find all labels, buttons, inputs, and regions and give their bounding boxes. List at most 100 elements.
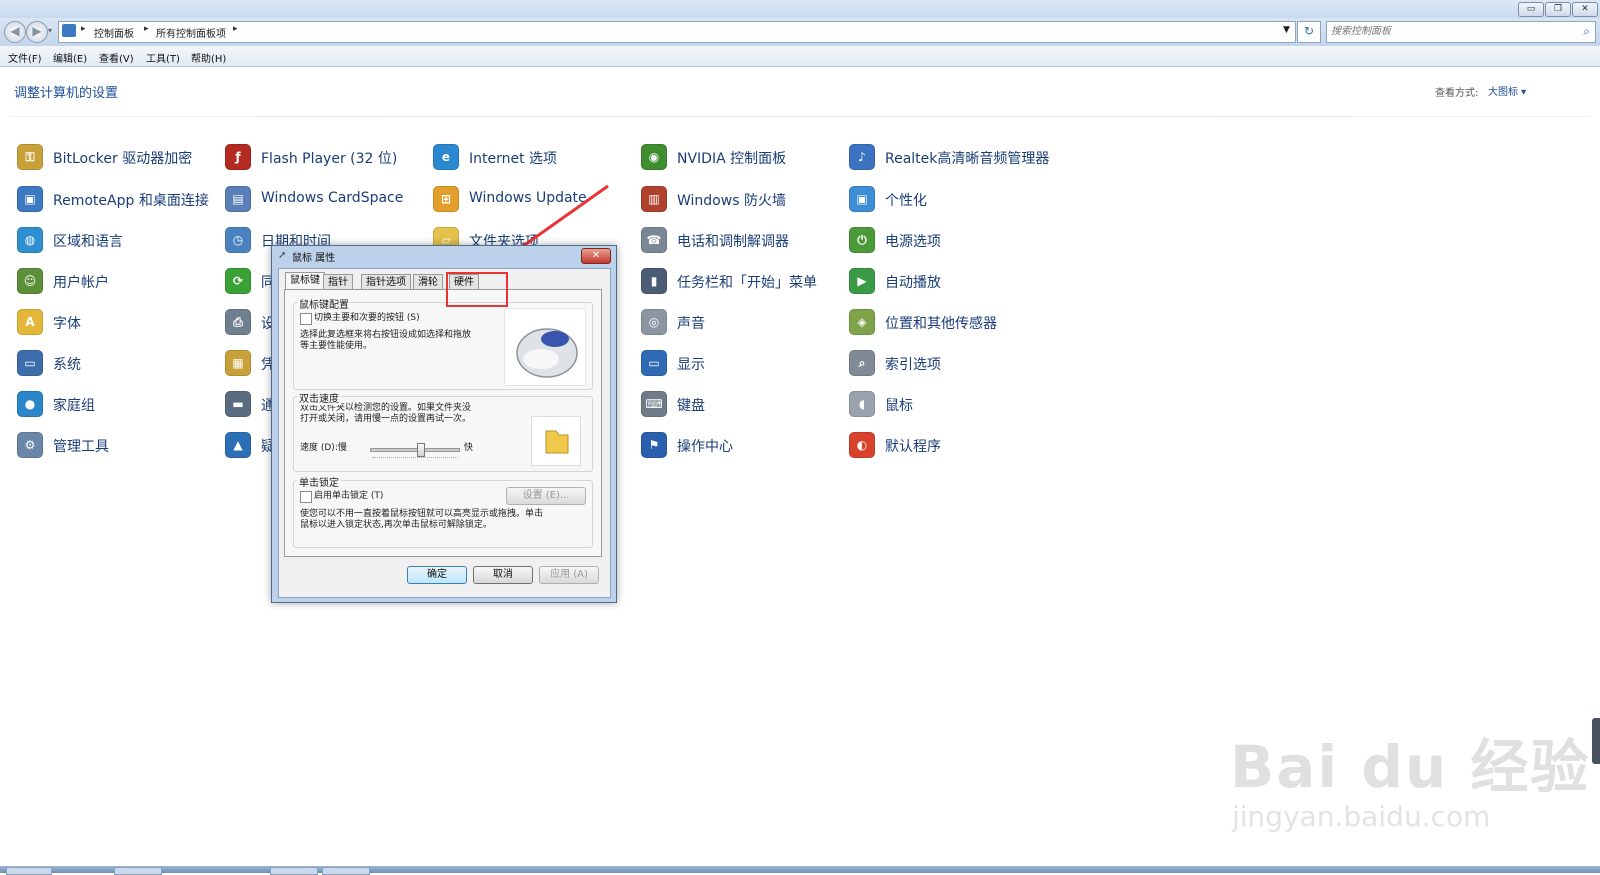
homegroup-icon: ● — [17, 391, 43, 417]
phone-modem-icon: ☎ — [641, 227, 667, 253]
tab-pointers[interactable]: 指针 — [323, 274, 353, 290]
swap-buttons-label: 切换主要和次要的按钮 (S) — [314, 313, 420, 323]
cp-item-label: BitLocker 驱动器加密 — [53, 151, 193, 167]
key-shield-icon: ⚿ — [17, 144, 43, 170]
swap-buttons-checkbox[interactable] — [300, 313, 312, 325]
globe-icon: ◍ — [17, 227, 43, 253]
cp-item-label: 自动播放 — [885, 275, 941, 291]
action-center-flag-icon: ⚑ — [641, 432, 667, 458]
cp-item-label: 家庭组 — [53, 398, 95, 414]
personalize-icon: ▣ — [849, 186, 875, 212]
tab-pointer-options[interactable]: 指针选项 — [361, 274, 411, 290]
menu-edit[interactable]: 编辑(E) — [53, 50, 87, 65]
click-lock-label: 启用单击锁定 (T) — [314, 491, 384, 501]
apply-button[interactable]: 应用 (A) — [539, 566, 599, 584]
folder-test-icon[interactable] — [531, 416, 581, 466]
cp-item-label: 电话和调制解调器 — [677, 234, 789, 250]
start-button[interactable] — [6, 867, 52, 875]
sync-icon: ⟳ — [225, 268, 251, 294]
minimize-button[interactable]: ▭ — [1518, 2, 1544, 17]
dialog-title: 鼠标 属性 — [292, 253, 336, 264]
sound-icon: ◎ — [641, 309, 667, 335]
menu-tools[interactable]: 工具(T) — [146, 50, 180, 65]
speed-slow-label: 速度 (D):慢 — [300, 443, 347, 453]
cp-item-label: 任务栏和「开始」菜单 — [677, 275, 817, 291]
taskbar-item[interactable] — [270, 867, 318, 875]
highlight-box-hardware-tab — [446, 272, 508, 307]
nvidia-icon: ◉ — [641, 144, 667, 170]
menu-bar: 文件(F) 编辑(E) 查看(V) 工具(T) 帮助(H) — [0, 46, 1600, 67]
cp-item-label: Realtek高清晰音频管理器 — [885, 151, 1050, 167]
indexing-icon: ⌕ — [849, 350, 875, 376]
group-double-click: 双击文件夹以检测您的设置。如果文件夹没 打开或关闭，请用慢一点的设置再试一次。 … — [293, 396, 593, 472]
watermark-url: jingyan.baidu.com — [1232, 800, 1491, 833]
cp-item-label: Windows 防火墙 — [677, 193, 786, 209]
page-title: 调整计算机的设置 — [14, 86, 119, 101]
mouse-illustration — [504, 308, 586, 386]
speed-fast-label: 快 — [464, 443, 474, 453]
calendar-icon: ◷ — [225, 227, 251, 253]
cp-item-label: 键盘 — [677, 398, 705, 414]
window-caption-bar: ▭ ❐ ✕ — [0, 0, 1600, 18]
keyboard-icon: ⌨ — [641, 391, 667, 417]
search-input[interactable] — [1331, 24, 1561, 39]
admin-tools-icon: ⚙ — [17, 432, 43, 458]
dialog-client: 鼠标键 指针 指针选项 滑轮 硬件 切换主要和次要的按钮 (S) 选择此复选框来… — [278, 268, 611, 598]
group-button-config: 切换主要和次要的按钮 (S) 选择此复选框来将右按钮设成如选择和拖放 等主要性能… — [293, 302, 593, 390]
cp-item-label: NVIDIA 控制面板 — [677, 151, 787, 167]
ok-button[interactable]: 确定 — [407, 566, 467, 584]
close-button[interactable]: ✕ — [1572, 2, 1598, 17]
autoplay-icon: ▶ — [849, 268, 875, 294]
breadcrumb-all-items[interactable]: 所有控制面板项 — [156, 25, 226, 40]
speed-slider-thumb[interactable] — [417, 443, 425, 457]
users-icon: ☺ — [17, 268, 43, 294]
internet-options-icon: e — [433, 144, 459, 170]
credential-icon: ▦ — [225, 350, 251, 376]
search-icon[interactable]: ⌕ — [1583, 24, 1590, 39]
cancel-button[interactable]: 取消 — [473, 566, 533, 584]
taskbar-icon: ▮ — [641, 268, 667, 294]
swap-buttons-desc-2: 等主要性能使用。 — [300, 341, 373, 351]
display-icon: ▭ — [641, 350, 667, 376]
windows-update-icon: ⊞ — [433, 186, 459, 212]
mouse-icon: ◖ — [849, 391, 875, 417]
recent-pages-icon[interactable]: ▾ — [48, 26, 52, 35]
side-widget[interactable] — [1592, 718, 1600, 764]
restore-button[interactable]: ❐ — [1545, 2, 1571, 17]
cp-item-label: Windows CardSpace — [261, 190, 404, 206]
cp-item-label: Internet 选项 — [469, 151, 558, 167]
search-box[interactable]: ⌕ — [1326, 21, 1596, 43]
dialog-close-button[interactable]: ✕ — [581, 248, 611, 264]
taskbar-item[interactable] — [114, 867, 162, 875]
devices-icon: ⎙ — [225, 309, 251, 335]
address-bar[interactable]: ▸ 控制面板 ▸ 所有控制面板项 ▸ ▼ — [58, 21, 1296, 43]
back-button[interactable]: ◀ — [4, 21, 26, 43]
cp-item-label: 鼠标 — [885, 398, 913, 414]
ease-access-icon: ▬ — [225, 391, 251, 417]
cp-item-label: 系统 — [53, 357, 81, 373]
mouse-cursor-icon: ➚ — [278, 250, 287, 261]
cp-item-label: 电源选项 — [885, 234, 941, 250]
double-click-desc-2: 打开或关闭，请用慢一点的设置再试一次。 — [300, 414, 472, 424]
menu-help[interactable]: 帮助(H) — [191, 50, 226, 65]
breadcrumb-control-panel[interactable]: 控制面板 — [94, 25, 134, 40]
chevron-right-icon: ▸ — [233, 24, 238, 34]
flash-icon: ƒ — [225, 144, 251, 170]
click-lock-checkbox[interactable] — [300, 491, 312, 503]
menu-file[interactable]: 文件(F) — [8, 50, 42, 65]
taskbar-item[interactable] — [322, 867, 370, 875]
forward-button[interactable]: ▶ — [26, 21, 48, 43]
speed-slider-ticks — [372, 457, 458, 461]
refresh-button[interactable]: ↻ — [1297, 21, 1321, 43]
group-title-click-lock: 单击锁定 — [297, 474, 341, 489]
click-lock-settings-button[interactable]: 设置 (E)... — [506, 487, 586, 505]
default-programs-icon: ◐ — [849, 432, 875, 458]
chevron-down-icon[interactable]: ▼ — [1283, 25, 1290, 35]
cp-item-label: 索引选项 — [885, 357, 941, 373]
view-mode-dropdown[interactable]: 大图标 ▾ — [1488, 83, 1526, 98]
click-lock-desc-2: 鼠标以进入锁定状态,再次单击鼠标可解除锁定。 — [300, 520, 492, 530]
menu-view[interactable]: 查看(V) — [99, 50, 134, 65]
speed-slider-track[interactable] — [370, 443, 460, 457]
tab-wheel[interactable]: 滑轮 — [413, 274, 443, 290]
cp-item-label: 默认程序 — [885, 439, 941, 455]
